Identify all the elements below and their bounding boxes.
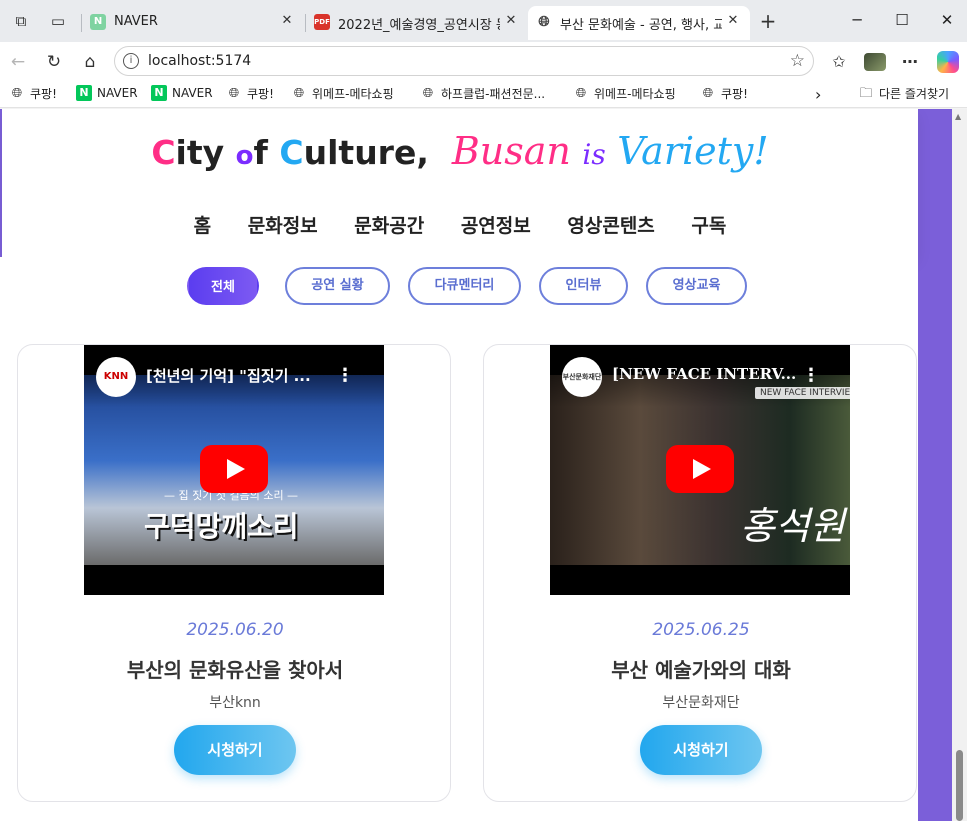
- channel-avatar[interactable]: 부산문화재단: [562, 357, 602, 397]
- tab-pdf[interactable]: PDF 2022년_예술경영_공연시장 동 ✕: [306, 6, 528, 40]
- main-nav: 홈 문화정보 문화공간 공연정보 영상콘텐츠 구독: [2, 211, 918, 241]
- close-icon[interactable]: ✕: [502, 12, 520, 30]
- video-tag: NEW FACE INTERVIEW: [755, 387, 850, 399]
- filter-all[interactable]: 전체: [187, 267, 259, 305]
- video-card: KNN [천년의 기억] "집짓기 ... ⋮ — 집 짓기 첫 걸음의 소리 …: [17, 344, 451, 802]
- card-title: 부산 예술가와의 대화: [611, 658, 791, 682]
- address-bar-row: ← ↻ ⌂ i localhost:5174 ☆ ✩ ⋯: [0, 42, 967, 80]
- filter-tabs: 전체 공연 실황 다큐멘터리 인터뷰 영상교육: [0, 267, 918, 307]
- card-source: 부산knn: [209, 695, 261, 711]
- reload-icon[interactable]: ↻: [43, 51, 65, 73]
- nav-performance-info[interactable]: 공연정보: [461, 211, 531, 238]
- filter-live-performance[interactable]: 공연 실황: [285, 267, 390, 305]
- video-caption: 홍석원: [740, 504, 845, 548]
- vertical-tabs-icon[interactable]: ▭: [49, 12, 67, 30]
- globe-icon: 🌐︎: [422, 85, 434, 101]
- nav-culture-info[interactable]: 문화정보: [248, 211, 318, 238]
- new-tab-icon[interactable]: +: [759, 11, 777, 31]
- globe-icon: 🌐︎: [293, 85, 305, 101]
- browser-tab-bar: ⧉ ▭ N NAVER ✕ PDF 2022년_예술경영_공연시장 동 ✕ 🌐︎…: [0, 0, 967, 42]
- video-caption: 구덕망깨소리: [144, 510, 299, 543]
- more-vert-icon[interactable]: ⋮: [802, 365, 820, 386]
- chevron-right-icon[interactable]: ›: [815, 85, 821, 104]
- pdf-favicon-icon: PDF: [314, 14, 330, 30]
- url-text: localhost:5174: [148, 53, 252, 69]
- globe-icon: 🌐︎: [575, 85, 587, 101]
- nav-home[interactable]: 홈: [194, 211, 211, 238]
- close-icon[interactable]: ✕: [278, 12, 296, 30]
- globe-icon: 🌐︎: [538, 14, 550, 30]
- play-icon[interactable]: [200, 445, 268, 493]
- scrollbar-thumb[interactable]: [956, 750, 963, 821]
- globe-icon: 🌐︎: [702, 85, 714, 101]
- youtube-embed[interactable]: KNN [천년의 기억] "집짓기 ... ⋮ — 집 짓기 첫 걸음의 소리 …: [84, 345, 384, 595]
- close-icon[interactable]: ✕: [724, 12, 742, 30]
- favorites-icon[interactable]: ✩: [829, 52, 849, 72]
- minimize-icon[interactable]: ─: [847, 10, 867, 30]
- bookmark-item[interactable]: 🌐︎ 쿠팡!: [700, 85, 748, 103]
- bookmark-item[interactable]: 🌐︎ 하프클럽-패션전문...: [420, 85, 545, 103]
- globe-icon: 🌐︎: [11, 85, 23, 101]
- favorite-star-icon[interactable]: ☆: [790, 51, 805, 71]
- tab-label: NAVER: [114, 14, 158, 29]
- bookmark-item[interactable]: N NAVER: [151, 85, 213, 103]
- naver-icon: N: [76, 85, 92, 101]
- tab-naver[interactable]: N NAVER ✕: [82, 6, 304, 40]
- info-icon[interactable]: i: [123, 53, 139, 69]
- page-viewport: City of Culture, Busan is Variety! 홈 문화정…: [0, 109, 952, 821]
- site-slogan: City of Culture, Busan is Variety!: [151, 129, 769, 173]
- nav-video-content[interactable]: 영상콘텐츠: [567, 211, 654, 238]
- bookmarks-bar: 🌐︎ 쿠팡! N NAVER N NAVER 🌐︎ 쿠팡! 🌐︎ 위메프-메타쇼핑 🌐︎ 하…: [0, 80, 967, 108]
- naver-favicon-icon: N: [90, 14, 106, 30]
- site-header: City of Culture, Busan is Variety! 홈 문화정…: [2, 109, 918, 257]
- tab-label: 2022년_예술경영_공연시장 동: [338, 18, 500, 33]
- filter-video-education[interactable]: 영상교육: [646, 267, 747, 305]
- play-icon[interactable]: [666, 445, 734, 493]
- maximize-icon[interactable]: ☐: [892, 10, 912, 30]
- profile-avatar[interactable]: [864, 53, 886, 71]
- back-icon[interactable]: ←: [7, 51, 29, 73]
- copilot-icon[interactable]: [937, 51, 959, 73]
- more-vert-icon[interactable]: ⋮: [336, 365, 354, 386]
- video-title[interactable]: [NEW FACE INTERV...: [612, 365, 812, 383]
- video-section: 전체 공연 실황 다큐멘터리 인터뷰 영상교육 KNN [천년의 기억] "집짓…: [0, 257, 918, 821]
- card-date: 2025.06.20: [186, 620, 284, 640]
- other-bookmarks[interactable]: 🗀 다른 즐겨찾기: [858, 85, 949, 103]
- page-scrollbar[interactable]: ▲: [952, 109, 967, 821]
- globe-icon: 🌐︎: [228, 85, 240, 101]
- card-source: 부산문화재단: [662, 695, 740, 711]
- video-title[interactable]: [천년의 기억] "집짓기 ...: [146, 365, 346, 386]
- youtube-embed[interactable]: 부산문화재단 [NEW FACE INTERV... ⋮ NEW FACE IN…: [550, 345, 850, 595]
- home-icon[interactable]: ⌂: [79, 51, 101, 73]
- tab-label: 부산 문화예술 - 공연, 행사, 교: [560, 18, 722, 33]
- video-card: 부산문화재단 [NEW FACE INTERV... ⋮ NEW FACE IN…: [483, 344, 917, 802]
- naver-icon: N: [151, 85, 167, 101]
- filter-interview[interactable]: 인터뷰: [539, 267, 628, 305]
- card-title: 부산의 문화유산을 찾아서: [126, 658, 344, 682]
- scroll-up-icon[interactable]: ▲: [955, 112, 961, 121]
- bookmark-item[interactable]: 🌐︎ 쿠팡!: [226, 85, 274, 103]
- bookmark-item[interactable]: 🌐︎ 위메프-메타쇼핑: [573, 85, 676, 103]
- folder-icon: 🗀: [859, 85, 873, 101]
- bookmark-item[interactable]: N NAVER: [76, 85, 138, 103]
- filter-documentary[interactable]: 다큐멘터리: [408, 267, 521, 305]
- address-input[interactable]: i localhost:5174 ☆: [114, 46, 814, 76]
- close-window-icon[interactable]: ✕: [937, 10, 957, 30]
- nav-culture-space[interactable]: 문화공간: [354, 211, 424, 238]
- more-menu-icon[interactable]: ⋯: [900, 52, 920, 72]
- workspaces-icon[interactable]: ⧉: [12, 12, 30, 30]
- bookmark-item[interactable]: 🌐︎ 쿠팡!: [9, 85, 57, 103]
- nav-subscribe[interactable]: 구독: [691, 211, 726, 238]
- channel-avatar[interactable]: KNN: [96, 357, 136, 397]
- card-date: 2025.06.25: [652, 620, 750, 640]
- watch-button[interactable]: 시청하기: [174, 725, 296, 775]
- watch-button[interactable]: 시청하기: [640, 725, 762, 775]
- bookmark-item[interactable]: 🌐︎ 위메프-메타쇼핑: [291, 85, 394, 103]
- tab-busan-culture[interactable]: 🌐︎ 부산 문화예술 - 공연, 행사, 교 ✕: [528, 6, 750, 40]
